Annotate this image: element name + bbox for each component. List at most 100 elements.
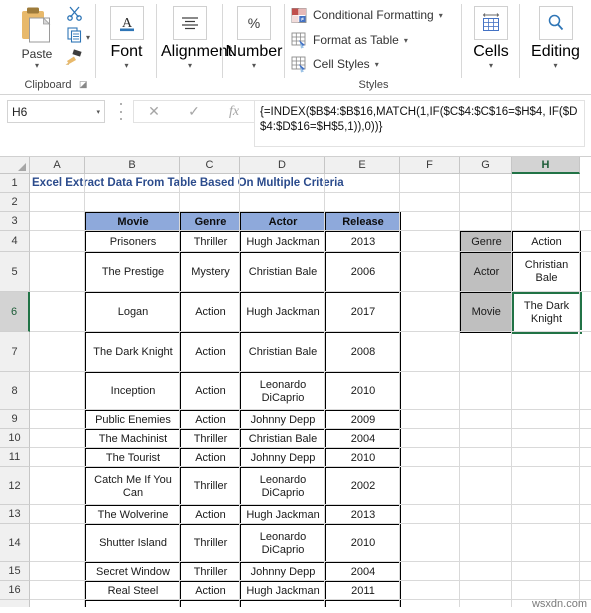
cell-genre[interactable]: Mystery [180, 252, 241, 293]
editing-button[interactable]: Editing ▾ [527, 6, 585, 70]
row-header-15[interactable]: 15 [0, 562, 30, 581]
paste-button[interactable]: Paste ▾ [10, 4, 64, 70]
insert-function-icon[interactable]: fx [214, 104, 254, 120]
number-button[interactable]: % Number ▾ [225, 6, 283, 70]
cell-release[interactable]: 2009 [325, 410, 401, 430]
cell-actor[interactable]: Hugh Jackman [240, 581, 326, 601]
row-header-11[interactable]: 11 [0, 448, 30, 467]
number-dropdown-caret[interactable]: ▾ [225, 62, 283, 70]
cell-movie[interactable]: Shutter Island [85, 524, 181, 563]
font-button[interactable]: A Font ▾ [98, 6, 156, 70]
cell-actor[interactable]: Leonardo DiCaprio [240, 524, 326, 563]
cell-actor[interactable]: Christian Bale [240, 332, 326, 373]
cell-actor[interactable]: Christian Bale [240, 252, 326, 293]
criteria-value-genre[interactable]: Action [512, 231, 581, 253]
cell-actor[interactable]: Johnny Depp [240, 410, 326, 430]
row-header-2[interactable]: 2 [0, 193, 30, 212]
cell-genre[interactable]: Action [180, 581, 241, 601]
column-header-d[interactable]: D [240, 157, 325, 174]
cells-dropdown-caret[interactable]: ▾ [462, 62, 520, 70]
copy-dropdown-caret[interactable]: ▾ [86, 34, 90, 42]
clipboard-dialog-launcher-icon[interactable]: ◪ [79, 79, 88, 90]
font-dropdown-caret[interactable]: ▾ [98, 62, 156, 70]
cancel-icon[interactable]: ✕ [134, 103, 174, 120]
cell-styles-caret[interactable]: ▾ [375, 60, 379, 69]
cell-actor[interactable]: Christian Bale [240, 429, 326, 449]
cell-genre[interactable]: Action [180, 505, 241, 525]
alignment-button[interactable]: Alignment ▾ [161, 6, 232, 70]
cell-genre[interactable]: Thriller [180, 467, 241, 506]
conditional-formatting-caret[interactable]: ▾ [439, 11, 443, 20]
cell-release[interactable]: 2006 [325, 252, 401, 293]
cell-genre[interactable]: Action [180, 410, 241, 430]
select-all-corner[interactable] [0, 157, 30, 174]
cell-actor[interactable]: Leonardo DiCaprio [240, 467, 326, 506]
cell-genre[interactable]: Action [180, 292, 241, 333]
cell-release[interactable]: 2004 [325, 562, 401, 582]
cell-movie[interactable]: The Prestige [85, 252, 181, 293]
cell-movie[interactable]: Secret Window [85, 562, 181, 582]
alignment-dropdown-caret[interactable]: ▾ [161, 62, 219, 70]
cell-release[interactable]: 2008 [325, 332, 401, 373]
table-header-movie[interactable]: Movie [85, 212, 181, 232]
editing-dropdown-caret[interactable]: ▾ [527, 62, 585, 70]
criteria-value-movie[interactable]: The Dark Knight [511, 291, 583, 335]
cell-movie[interactable]: Prisoners [85, 231, 181, 253]
row-header-16[interactable]: 16 [0, 581, 30, 600]
format-as-table-button[interactable]: Format as Table ▾ [291, 29, 408, 51]
row-header-6[interactable]: 6 [0, 292, 30, 332]
format-painter-button[interactable] [64, 48, 85, 72]
row-header-7[interactable]: 7 [0, 332, 30, 372]
name-box[interactable]: H6 ▾ [7, 100, 105, 123]
cell-genre[interactable]: Action [180, 332, 241, 373]
column-header-c[interactable]: C [180, 157, 240, 174]
column-header-e[interactable]: E [325, 157, 400, 174]
cell-release[interactable]: 2011 [325, 581, 401, 601]
criteria-value-actor[interactable]: Christian Bale [512, 252, 581, 293]
horizontal-scrollbar[interactable] [0, 607, 591, 613]
paste-dropdown-caret[interactable]: ▾ [10, 62, 64, 70]
cell-movie[interactable]: The Dark Knight [85, 332, 181, 373]
row-header-3[interactable]: 3 [0, 212, 30, 231]
name-box-caret-icon[interactable]: ▾ [96, 108, 100, 116]
cell-release[interactable]: 2010 [325, 524, 401, 563]
row-header-8[interactable]: 8 [0, 372, 30, 410]
cell-release[interactable]: 2010 [325, 372, 401, 411]
cell-release[interactable]: 2013 [325, 231, 401, 253]
cell-release[interactable]: 2004 [325, 429, 401, 449]
cell-genre[interactable]: Thriller [180, 562, 241, 582]
cell-movie[interactable]: The Machinist [85, 429, 181, 449]
cell-actor[interactable]: Hugh Jackman [240, 505, 326, 525]
column-header-a[interactable]: A [30, 157, 85, 174]
row-header-4[interactable]: 4 [0, 231, 30, 252]
table-header-actor[interactable]: Actor [240, 212, 326, 232]
cell-movie[interactable]: Logan [85, 292, 181, 333]
cell-movie[interactable]: Real Steel [85, 581, 181, 601]
cell-actor[interactable]: Johnny Depp [240, 562, 326, 582]
formula-input[interactable]: {=INDEX($B$4:$B$16,MATCH(1,IF($C$4:$C$16… [254, 100, 585, 147]
criteria-label-movie[interactable]: Movie [460, 292, 513, 333]
cell-actor[interactable]: Leonardo DiCaprio [240, 372, 326, 411]
cell-release[interactable]: 2017 [325, 292, 401, 333]
table-header-release[interactable]: Release [325, 212, 401, 232]
cell-actor[interactable]: Hugh Jackman [240, 231, 326, 253]
cell-genre[interactable]: Action [180, 372, 241, 411]
column-header-f[interactable]: F [400, 157, 460, 174]
cell-release[interactable]: 2010 [325, 448, 401, 468]
column-header-b[interactable]: B [85, 157, 180, 174]
criteria-label-actor[interactable]: Actor [460, 252, 513, 293]
format-as-table-caret[interactable]: ▾ [404, 36, 408, 45]
cut-button[interactable] [66, 4, 83, 26]
cell-movie[interactable]: The Wolverine [85, 505, 181, 525]
cell-actor[interactable]: Johnny Depp [240, 448, 326, 468]
copy-button[interactable] [66, 26, 83, 48]
conditional-formatting-button[interactable]: ≠ Conditional Formatting ▾ [291, 4, 443, 26]
cell-release[interactable]: 2002 [325, 467, 401, 506]
row-header-9[interactable]: 9 [0, 410, 30, 429]
cell-movie[interactable]: Catch Me If You Can [85, 467, 181, 506]
column-header-g[interactable]: G [460, 157, 512, 174]
cell-movie[interactable]: Public Enemies [85, 410, 181, 430]
cell-genre[interactable]: Thriller [180, 429, 241, 449]
confirm-icon[interactable]: ✓ [174, 103, 214, 120]
row-header-1[interactable]: 1 [0, 174, 30, 193]
